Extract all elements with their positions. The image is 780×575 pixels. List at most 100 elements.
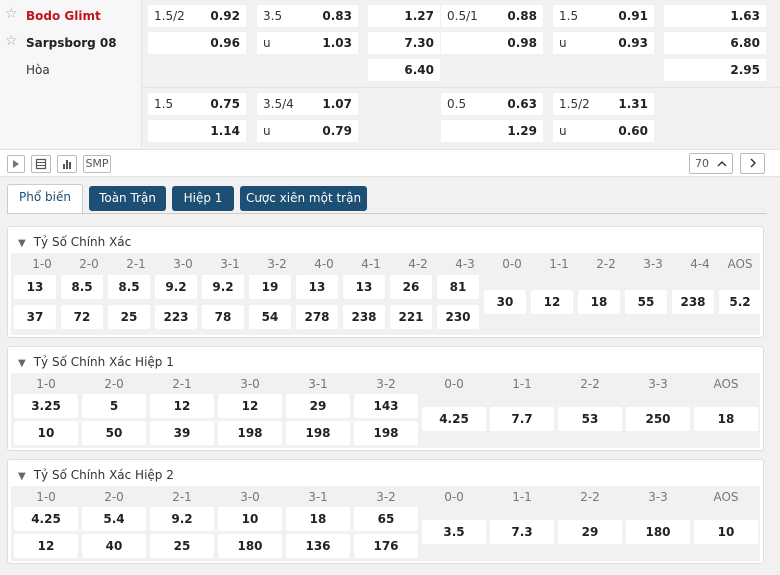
odds-button[interactable]: 223 [155, 305, 197, 329]
h1-ah-home-cell[interactable]: 0.5 0.63 [441, 93, 543, 115]
odds-button[interactable]: 180 [218, 534, 282, 558]
1x2-home-cell[interactable]: 1.27 [368, 5, 440, 27]
odds-button[interactable]: 13 [343, 275, 385, 299]
odds-button[interactable]: 176 [354, 534, 418, 558]
odds-button[interactable]: 9.2 [202, 275, 244, 299]
odds-button[interactable]: 39 [150, 421, 214, 445]
odds-button[interactable]: 8.5 [108, 275, 150, 299]
score-label: 3-1 [308, 490, 328, 504]
odds-button[interactable]: 250 [626, 407, 690, 431]
odds-button[interactable]: 7.7 [490, 407, 554, 431]
odds-button[interactable]: 221 [390, 305, 432, 329]
h1-ah-home-cell[interactable]: 0.5/1 0.88 [441, 5, 543, 27]
h1-ou-over-cell[interactable]: 1.5/2 1.31 [553, 93, 654, 115]
odds-button[interactable]: 198 [218, 421, 282, 445]
odds-button[interactable]: 29 [558, 520, 622, 544]
odds-button[interactable]: 53 [558, 407, 622, 431]
odds-button[interactable]: 10 [14, 421, 78, 445]
odds-button[interactable]: 29 [286, 394, 350, 418]
odds-button[interactable]: 13 [14, 275, 56, 299]
odds-button[interactable]: 198 [354, 421, 418, 445]
h1-1x2-draw-cell[interactable]: 2.95 [664, 59, 766, 81]
favorite-star-icon[interactable]: ☆ [5, 6, 18, 22]
favorite-star-icon[interactable]: ☆ [5, 33, 18, 49]
h1-1x2-home-cell[interactable]: 1.63 [664, 5, 766, 27]
ou-over-cell[interactable]: 3.5 0.83 [257, 5, 358, 27]
odds-button[interactable]: 37 [14, 305, 56, 329]
odds-button[interactable]: 278 [296, 305, 338, 329]
tab-full-match[interactable]: Toàn Trận [89, 186, 166, 211]
1x2-away-cell[interactable]: 7.30 [368, 32, 440, 54]
ou-under-cell[interactable]: u 0.79 [257, 120, 358, 142]
odds-button[interactable]: 5.4 [82, 507, 146, 531]
odds-button[interactable]: 26 [390, 275, 432, 299]
ah-home-cell[interactable]: 1.5 0.75 [148, 93, 246, 115]
tab-popular[interactable]: Phổ biến [7, 184, 83, 214]
odds-button[interactable]: 8.5 [61, 275, 103, 299]
odds-button[interactable]: 50 [82, 421, 146, 445]
odds-button[interactable]: 180 [626, 520, 690, 544]
odds-button[interactable]: 25 [150, 534, 214, 558]
ou-over-cell[interactable]: 3.5/4 1.07 [257, 93, 358, 115]
ah-home-cell[interactable]: 1.5/2 0.92 [148, 5, 246, 27]
odds-button[interactable]: 238 [672, 290, 714, 314]
odds-button[interactable]: 3.25 [14, 394, 78, 418]
odds-button[interactable]: 13 [296, 275, 338, 299]
list-icon[interactable] [31, 155, 51, 173]
odds-button[interactable]: 198 [286, 421, 350, 445]
h1-1x2-away-cell[interactable]: 6.80 [664, 32, 766, 54]
odds-button[interactable]: 4.25 [14, 507, 78, 531]
tab-first-half[interactable]: Hiệp 1 [172, 186, 234, 211]
odds-button[interactable]: 78 [202, 305, 244, 329]
odds-button[interactable]: 12 [531, 290, 573, 314]
smp-button[interactable]: SMP [83, 155, 111, 173]
odds-button[interactable]: 4.25 [422, 407, 486, 431]
1x2-draw-cell[interactable]: 6.40 [368, 59, 440, 81]
tab-same-game-parlay[interactable]: Cược xiên một trận [240, 186, 367, 211]
odds-button[interactable]: 10 [694, 520, 758, 544]
odds-button[interactable]: 12 [14, 534, 78, 558]
section-header[interactable]: ▼ Tỷ Số Chính Xác Hiệp 2 [18, 468, 174, 482]
odds-button[interactable]: 18 [694, 407, 758, 431]
odds-button[interactable]: 3.5 [422, 520, 486, 544]
ah-away-cell[interactable]: 0.96 [148, 32, 246, 54]
odds-button[interactable]: 25 [108, 305, 150, 329]
odds-button[interactable]: 7.3 [490, 520, 554, 544]
score-label: AOS [713, 377, 739, 391]
odds-button[interactable]: 72 [61, 305, 103, 329]
odds-button[interactable]: 55 [625, 290, 667, 314]
ou-under-cell[interactable]: u 1.03 [257, 32, 358, 54]
odds-button[interactable]: 143 [354, 394, 418, 418]
next-button[interactable] [740, 153, 765, 174]
odds-button[interactable]: 230 [437, 305, 479, 329]
odds-button[interactable]: 18 [286, 507, 350, 531]
odds-button[interactable]: 12 [150, 394, 214, 418]
chart-icon[interactable] [57, 155, 77, 173]
odds-button[interactable]: 30 [484, 290, 526, 314]
odds-button[interactable]: 10 [218, 507, 282, 531]
odds-button[interactable]: 54 [249, 305, 291, 329]
h1-ah-away-cell[interactable]: 1.29 [441, 120, 543, 142]
section-header[interactable]: ▼ Tỷ Số Chính Xác Hiệp 1 [18, 355, 174, 369]
odds-button[interactable]: 18 [578, 290, 620, 314]
section-header[interactable]: ▼ Tỷ Số Chính Xác [18, 235, 131, 249]
h1-ou-under-cell[interactable]: u 0.93 [553, 32, 654, 54]
odds-button[interactable]: 5 [82, 394, 146, 418]
h1-ou-over-cell[interactable]: 1.5 0.91 [553, 5, 654, 27]
odds-button[interactable]: 5.2 [719, 290, 761, 314]
odds-button[interactable]: 65 [354, 507, 418, 531]
odds-button[interactable]: 136 [286, 534, 350, 558]
odds-button[interactable]: 9.2 [150, 507, 214, 531]
play-icon[interactable] [7, 155, 25, 173]
odds-button[interactable]: 40 [82, 534, 146, 558]
h1-ou-under-cell[interactable]: u 0.60 [553, 120, 654, 142]
odds-button[interactable]: 238 [343, 305, 385, 329]
ah-line: 0.5 [447, 97, 467, 111]
event-count-button[interactable]: 70 [689, 153, 733, 174]
h1-ah-away-cell[interactable]: 0.98 [441, 32, 543, 54]
odds-button[interactable]: 9.2 [155, 275, 197, 299]
odds-button[interactable]: 19 [249, 275, 291, 299]
ah-away-cell[interactable]: 1.14 [148, 120, 246, 142]
odds-button[interactable]: 12 [218, 394, 282, 418]
odds-button[interactable]: 81 [437, 275, 479, 299]
